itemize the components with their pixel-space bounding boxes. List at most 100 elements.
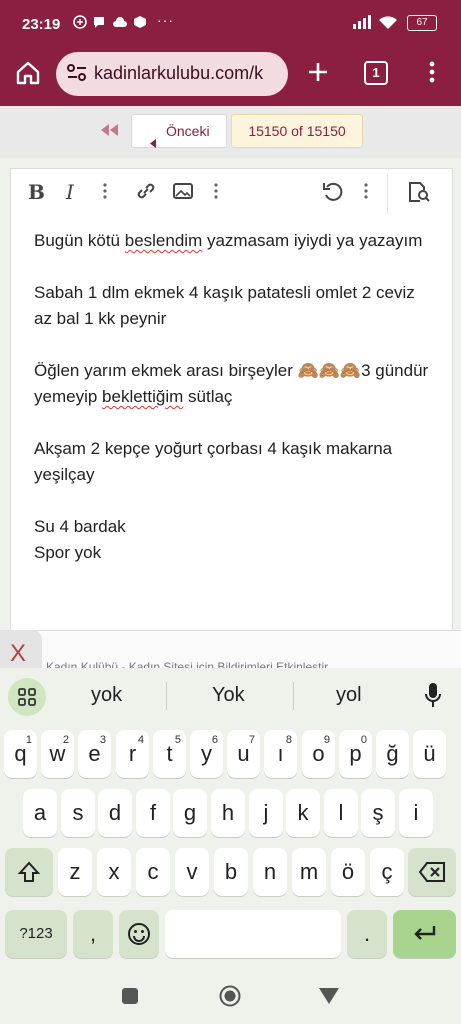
new-tab-icon[interactable] <box>306 60 330 89</box>
key-label: b <box>224 859 238 884</box>
tab-switcher-button[interactable]: 1 <box>364 61 388 85</box>
key-y[interactable]: y6 <box>190 730 223 778</box>
suggestion-divider <box>166 682 167 710</box>
more-format-icon[interactable] <box>103 183 107 204</box>
key-ğ[interactable]: ğ <box>376 730 409 778</box>
key-r[interactable]: r4 <box>116 730 149 778</box>
key-hint: 1 <box>25 734 32 746</box>
key-label: ö <box>341 859 355 884</box>
back-nav-icon[interactable] <box>318 987 340 1010</box>
recents-icon[interactable] <box>121 987 139 1010</box>
key-hint: 8 <box>285 734 292 746</box>
key-label: z <box>69 859 81 884</box>
key-o[interactable]: o9 <box>302 730 335 778</box>
key-k[interactable]: k <box>286 789 320 837</box>
key-e[interactable]: e3 <box>78 730 111 778</box>
editor-line-3: Öğlen yarım ekmek arası birşeyler 🙈🙈🙈3 g… <box>34 361 429 406</box>
key-q[interactable]: q1 <box>4 730 37 778</box>
key-t[interactable]: t5 <box>153 730 186 778</box>
cloud-icon <box>112 15 128 31</box>
key-v[interactable]: v <box>175 848 209 896</box>
key-h[interactable]: h <box>211 789 245 837</box>
first-page-icon[interactable] <box>100 123 120 141</box>
space-key[interactable] <box>165 910 341 958</box>
key-x[interactable]: x <box>97 848 131 896</box>
image-icon[interactable] <box>173 183 193 204</box>
key-ç[interactable]: ç <box>370 848 404 896</box>
banner-close-button[interactable]: X <box>10 640 26 668</box>
home-nav-icon[interactable] <box>219 985 241 1012</box>
undo-icon[interactable] <box>322 181 344 206</box>
key-label: l <box>338 800 344 825</box>
key-ı[interactable]: ı8 <box>264 730 297 778</box>
key-ş[interactable]: ş <box>361 789 395 837</box>
key-b[interactable]: b <box>214 848 248 896</box>
key-s[interactable]: s <box>61 789 95 837</box>
shift-key[interactable] <box>5 848 53 896</box>
enter-key[interactable] <box>393 910 456 958</box>
key-g[interactable]: g <box>173 789 207 837</box>
home-icon[interactable] <box>15 60 41 91</box>
battery-indicator: 67 <box>407 15 437 31</box>
key-f[interactable]: f <box>136 789 170 837</box>
status-overflow-icon: ··· <box>157 12 174 28</box>
key-hint: 3 <box>99 734 106 746</box>
key-hint: 0 <box>360 734 367 746</box>
key-a[interactable]: a <box>23 789 57 837</box>
preview-icon[interactable] <box>407 181 431 208</box>
key-z[interactable]: z <box>58 848 92 896</box>
previous-page-label: Önceki <box>166 123 210 139</box>
key-label: q <box>14 741 27 766</box>
key-ü[interactable]: ü <box>413 730 446 778</box>
key-w[interactable]: w2 <box>41 730 74 778</box>
site-settings-icon[interactable] <box>66 63 88 88</box>
key-j[interactable]: j <box>249 789 283 837</box>
key-label: x <box>108 859 120 884</box>
menu-icon[interactable] <box>429 60 435 89</box>
microphone-icon[interactable] <box>424 682 442 715</box>
symbols-key[interactable]: ?123 <box>5 910 67 958</box>
key-label: r <box>128 741 137 766</box>
key-i[interactable]: i <box>399 789 433 837</box>
comma-key[interactable]: , <box>73 910 113 958</box>
page-indicator[interactable]: 15150 of 15150 <box>231 114 363 148</box>
key-label: p <box>349 741 362 766</box>
key-d[interactable]: d <box>98 789 132 837</box>
editor-content[interactable]: Bugün kötü beslendim yazmasam iyiydi ya … <box>34 228 434 566</box>
period-key[interactable]: . <box>347 910 387 958</box>
status-time: 23:19 <box>22 16 61 33</box>
key-u[interactable]: u7 <box>227 730 260 778</box>
key-l[interactable]: l <box>324 789 358 837</box>
key-p[interactable]: p0 <box>339 730 372 778</box>
key-c[interactable]: c <box>136 848 170 896</box>
more-insert-icon[interactable] <box>214 183 218 204</box>
suggestion-3[interactable]: yol <box>336 684 362 707</box>
link-icon[interactable] <box>135 181 157 206</box>
key-label: g <box>183 800 197 825</box>
key-n[interactable]: n <box>253 848 287 896</box>
keyboard-apps-button[interactable] <box>8 678 46 716</box>
italic-button[interactable]: I <box>66 180 74 204</box>
chat-icon <box>92 15 106 32</box>
previous-page-button[interactable]: Önceki <box>131 114 227 148</box>
editor-line-5: Su 4 bardak <box>34 517 126 536</box>
key-ö[interactable]: ö <box>331 848 365 896</box>
bold-button[interactable]: B <box>28 180 45 204</box>
key-label: h <box>221 800 235 825</box>
key-hint: 6 <box>211 734 218 746</box>
more-options-icon[interactable] <box>364 183 368 204</box>
backspace-key[interactable] <box>408 848 456 896</box>
box-icon <box>133 15 147 32</box>
key-hint: 5 <box>174 734 181 746</box>
key-label: c <box>147 859 159 884</box>
editor-line-4: Akşam 2 kepçe yoğurt çorbası 4 kaşık mak… <box>34 439 393 484</box>
suggestion-1[interactable]: yok <box>91 684 122 707</box>
editor-line-1: Bugün kötü beslendim yazmasam iyiydi ya … <box>34 231 423 250</box>
suggestion-2[interactable]: Yok <box>212 684 245 707</box>
url-text[interactable]: kadinlarkulubu.com/k <box>94 63 280 84</box>
key-m[interactable]: m <box>292 848 326 896</box>
key-label: a <box>33 800 47 825</box>
key-hint: 7 <box>248 734 255 746</box>
emoji-key[interactable] <box>119 910 159 958</box>
key-label: y <box>201 741 212 766</box>
